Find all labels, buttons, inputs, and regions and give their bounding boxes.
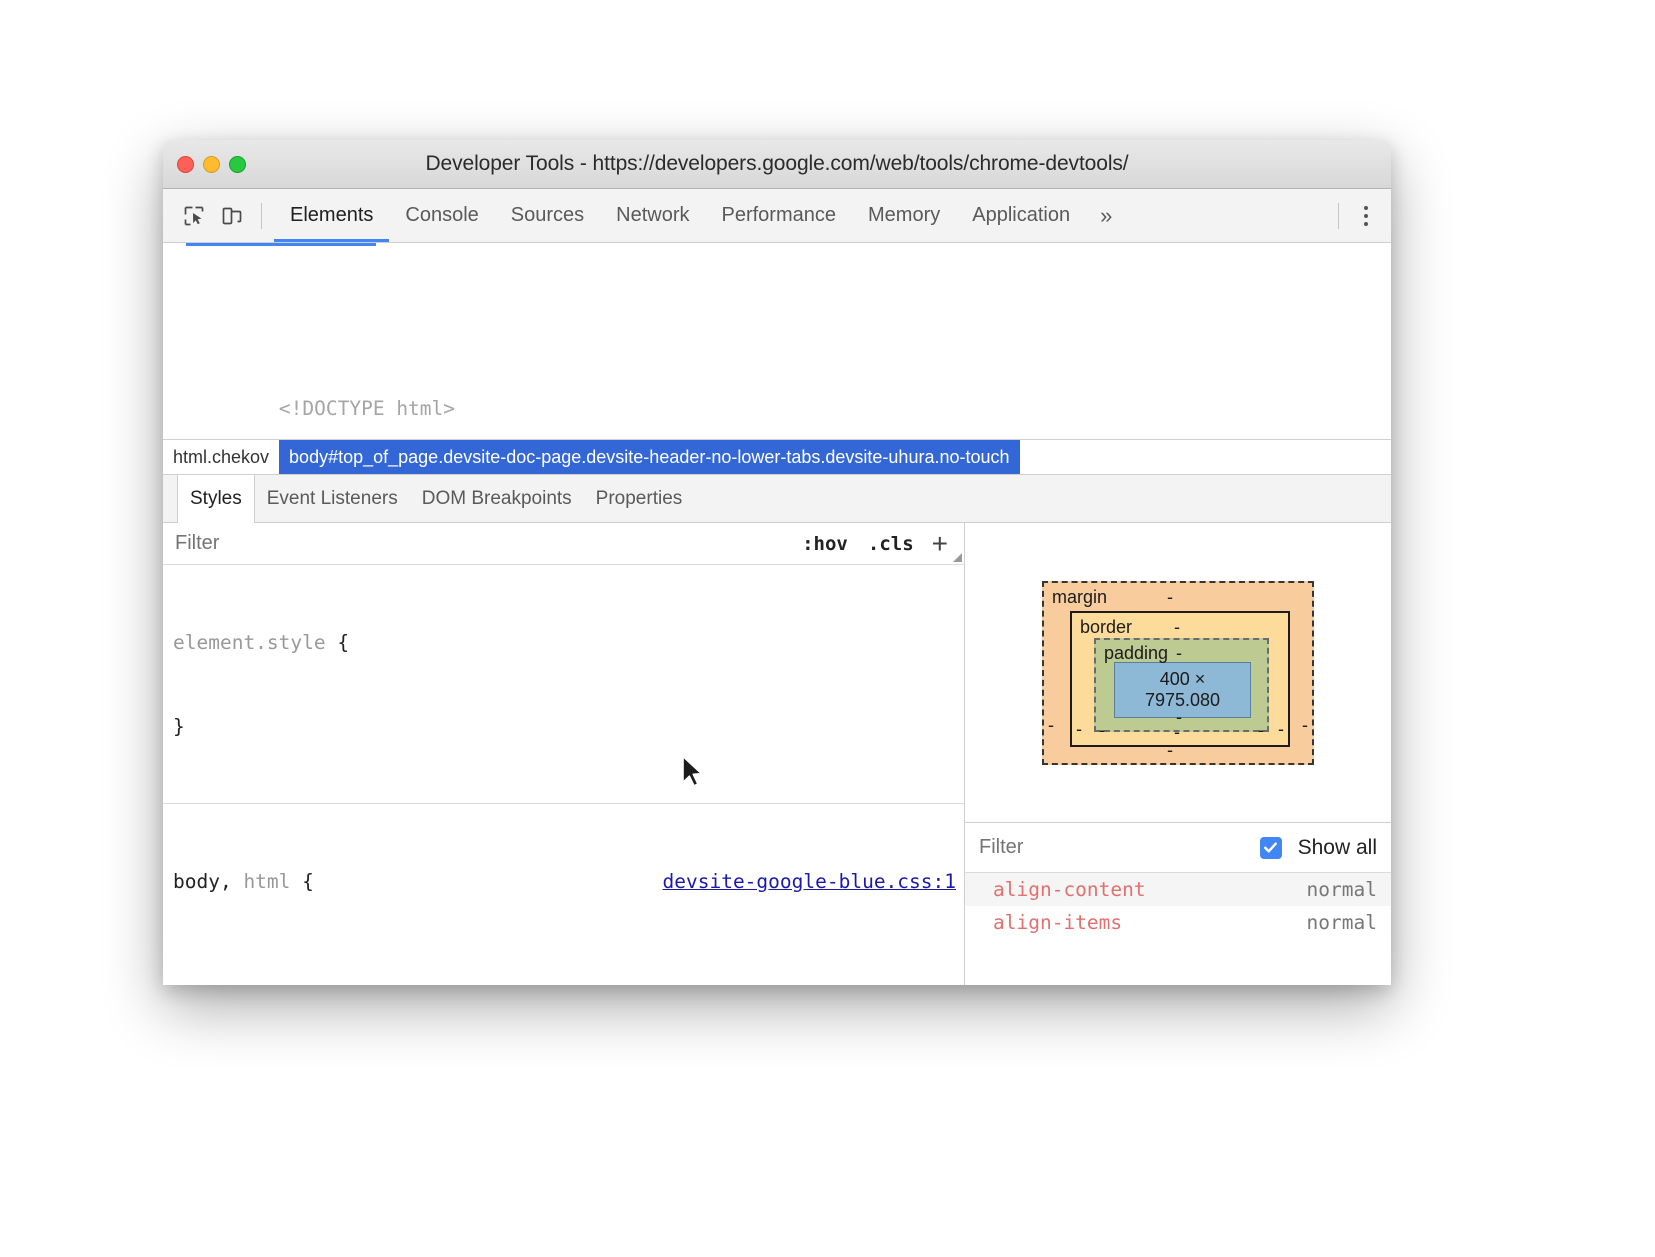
- window-title: Developer Tools - https://developers.goo…: [163, 152, 1391, 176]
- box-model-padding-bottom[interactable]: -: [1176, 707, 1182, 728]
- tab-sources[interactable]: Sources: [495, 189, 600, 242]
- dom-line-doctype[interactable]: <!DOCTYPE html>: [163, 365, 1391, 439]
- tab-event-listeners[interactable]: Event Listeners: [255, 475, 410, 522]
- computed-property-name: align-items: [993, 911, 1122, 934]
- tab-console[interactable]: Console: [389, 189, 494, 242]
- devtools-toolbar: Elements Console Sources Network Perform…: [163, 189, 1391, 243]
- styles-filter-row: :hov .cls +: [163, 523, 964, 565]
- device-toolbar-icon[interactable]: [215, 199, 249, 233]
- computed-row-align-items[interactable]: align-items normal: [965, 906, 1391, 939]
- box-model-diagram: margin - - - - border - - - - paddin: [965, 523, 1391, 823]
- toolbar-right-group: [1324, 203, 1379, 229]
- close-brace: }: [163, 713, 964, 741]
- show-all-label: Show all: [1298, 836, 1377, 860]
- computed-filter-input[interactable]: [977, 835, 1260, 860]
- close-window-button[interactable]: [177, 156, 194, 173]
- doctype-text: <!DOCTYPE html>: [279, 397, 455, 420]
- computed-row-align-content[interactable]: align-content normal: [965, 873, 1391, 906]
- breadcrumb-item-body[interactable]: body#top_of_page.devsite-doc-page.devsit…: [279, 440, 1019, 474]
- computed-pane: margin - - - - border - - - - paddin: [965, 523, 1391, 985]
- box-model-padding-top[interactable]: -: [1176, 643, 1182, 664]
- box-model-margin-left[interactable]: -: [1048, 715, 1054, 736]
- screenshot-root: Developer Tools - https://developers.goo…: [0, 0, 1655, 1257]
- maximize-window-button[interactable]: [229, 156, 246, 173]
- elements-sidebar-tabs: Styles Event Listeners DOM Breakpoints P…: [163, 475, 1391, 523]
- toggle-cls-button[interactable]: .cls: [858, 533, 924, 555]
- box-model-padding-left[interactable]: -: [1099, 720, 1105, 741]
- tab-elements[interactable]: Elements: [274, 189, 389, 242]
- toggle-hov-button[interactable]: :hov: [792, 533, 858, 555]
- box-model-padding-label: padding: [1104, 643, 1168, 664]
- box-model-padding-right[interactable]: -: [1258, 720, 1264, 741]
- minimize-window-button[interactable]: [203, 156, 220, 173]
- inspect-element-icon[interactable]: [177, 199, 211, 233]
- tab-styles[interactable]: Styles: [177, 475, 255, 523]
- window-titlebar: Developer Tools - https://developers.goo…: [163, 140, 1391, 189]
- computed-property-name: align-content: [993, 878, 1146, 901]
- style-rule-element-style: element.style { }: [163, 565, 964, 804]
- box-model-margin[interactable]: margin - - - - border - - - - paddin: [1042, 581, 1314, 765]
- styles-filter-input[interactable]: [173, 531, 792, 556]
- box-model-border-top[interactable]: -: [1174, 617, 1180, 638]
- toolbar-divider: [261, 203, 262, 229]
- box-model-margin-top[interactable]: -: [1167, 587, 1173, 608]
- tab-dom-breakpoints[interactable]: DOM Breakpoints: [410, 475, 584, 522]
- box-model-border[interactable]: border - - - - padding - - - -: [1070, 611, 1290, 747]
- computed-properties-list[interactable]: align-content normal align-items normal: [965, 873, 1391, 985]
- dom-tree-panel[interactable]: <!DOCTYPE html> <html lang="en" class="c…: [163, 243, 1391, 439]
- tab-network[interactable]: Network: [600, 189, 705, 242]
- box-model-padding[interactable]: padding - - - - 400 × 7975.080: [1094, 638, 1269, 732]
- open-brace: {: [337, 629, 349, 657]
- rule-selector-line[interactable]: element.style {: [163, 629, 964, 657]
- box-model-margin-right[interactable]: -: [1302, 715, 1308, 736]
- stylesheet-source-link[interactable]: devsite-google-blue.css:1: [663, 868, 965, 896]
- show-all-checkbox[interactable]: [1260, 837, 1282, 859]
- rule-selector-line[interactable]: body, html { devsite-google-blue.css:1: [163, 868, 964, 896]
- sidebar-split: :hov .cls + element.style { } body, html…: [163, 523, 1391, 985]
- box-model-border-label: border: [1080, 617, 1132, 638]
- styles-pane: :hov .cls + element.style { } body, html…: [163, 523, 965, 985]
- box-model-margin-label: margin: [1052, 587, 1107, 608]
- box-model-content-size[interactable]: 400 × 7975.080: [1114, 662, 1251, 718]
- box-model-border-left[interactable]: -: [1076, 719, 1082, 740]
- new-style-rule-button[interactable]: +: [924, 530, 956, 558]
- tab-performance[interactable]: Performance: [706, 189, 853, 242]
- tab-properties[interactable]: Properties: [584, 475, 695, 522]
- traffic-lights: [177, 156, 246, 173]
- more-tabs-chevron-icon[interactable]: »: [1086, 203, 1126, 229]
- breadcrumb-item-html[interactable]: html.chekov: [163, 440, 279, 474]
- toolbar-divider-right: [1338, 203, 1339, 229]
- selector-html: html: [232, 868, 291, 896]
- breadcrumb: html.chekov body#top_of_page.devsite-doc…: [163, 439, 1391, 475]
- style-rule-body-html: body, html { devsite-google-blue.css:1 c…: [163, 804, 964, 985]
- tab-application[interactable]: Application: [956, 189, 1086, 242]
- devtools-window: Developer Tools - https://developers.goo…: [163, 140, 1391, 985]
- computed-property-value: normal: [1307, 911, 1377, 934]
- computed-property-value: normal: [1307, 878, 1377, 901]
- resize-handle-icon[interactable]: [953, 553, 962, 562]
- selector-body: body,: [173, 868, 232, 896]
- selector-element-style: element.style: [173, 629, 326, 657]
- computed-filter-row: Show all: [965, 823, 1391, 873]
- main-menu-icon[interactable]: [1353, 206, 1379, 226]
- dom-scroll-indicator: [186, 243, 376, 246]
- devtools-panel-tabs: Elements Console Sources Network Perform…: [274, 189, 1126, 242]
- tab-memory[interactable]: Memory: [852, 189, 956, 242]
- open-brace: {: [302, 868, 314, 896]
- box-model-border-right[interactable]: -: [1278, 719, 1284, 740]
